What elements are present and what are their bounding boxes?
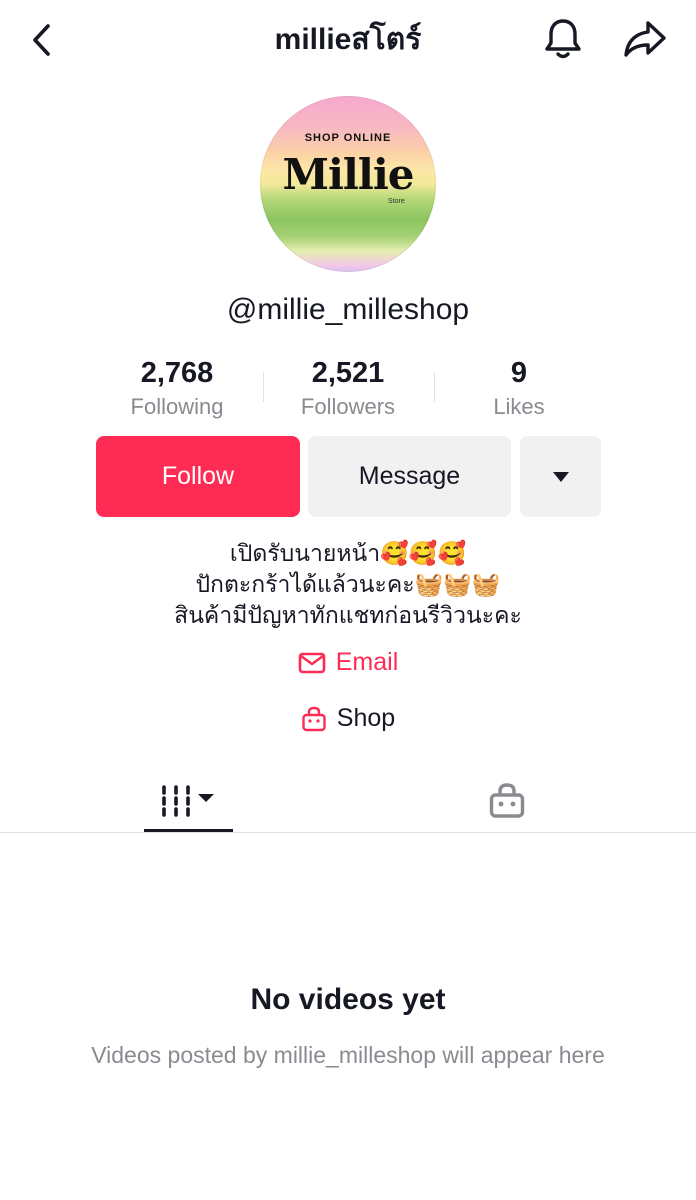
stat-likes-label: Likes [493,394,545,419]
notification-button[interactable] [540,16,586,62]
shop-link[interactable]: Shop [0,704,696,733]
avatar[interactable]: SHOP ONLINE Millie Store [260,96,436,272]
stat-likes-value: 9 [510,357,528,389]
stat-following[interactable]: 2,768 Following [92,356,262,422]
more-options-button[interactable] [520,436,601,517]
stat-followers[interactable]: 2,521 Followers [263,356,433,422]
avatar-image: SHOP ONLINE Millie Store [260,96,436,272]
message-button[interactable]: Message [308,436,511,517]
bio-line: ปักตะกร้าได้แล้วนะคะ🧺🧺🧺 [195,571,501,597]
share-arrow-icon [624,21,666,57]
email-label: Email [335,648,399,676]
shopping-bag-icon [489,783,525,818]
avatar-sub-text: Store [388,198,405,205]
grid-columns-icon [162,785,214,817]
stat-followers-value: 2,521 [311,357,385,389]
email-link[interactable]: Email [0,648,696,677]
caret-down-icon [552,471,569,482]
stat-following-label: Following [130,394,224,419]
tab-divider [0,832,696,833]
share-button[interactable] [620,16,670,62]
avatar-top-text: SHOP ONLINE [304,132,392,144]
empty-state-title: No videos yet [250,983,446,1016]
bio-line: เปิดรับนายหน้า🥰🥰🥰 [229,540,467,566]
follow-button[interactable]: Follow [96,436,300,517]
tab-videos[interactable] [144,770,234,832]
avatar-name-text: Millie [282,150,414,199]
stat-likes[interactable]: 9 Likes [434,356,604,422]
shop-label: Shop [336,704,396,732]
empty-state-description: Videos posted by millie_milleshop will a… [91,1042,605,1068]
mail-icon [298,652,326,673]
tab-shop[interactable] [462,770,552,832]
bell-icon [545,19,581,59]
profile-title: millieสโตร์ [274,23,422,56]
bio-line: สินค้ามีปัญหาทักแชทก่อนรีวิวนะคะ [174,602,522,628]
stat-followers-label: Followers [300,394,396,419]
stat-following-value: 2,768 [140,357,214,389]
bio: เปิดรับนายหน้า🥰🥰🥰 ปักตะกร้าได้แล้วนะคะ🧺🧺… [0,538,696,631]
shopping-bag-icon [302,706,326,731]
username: @millie_milleshop [226,293,470,326]
